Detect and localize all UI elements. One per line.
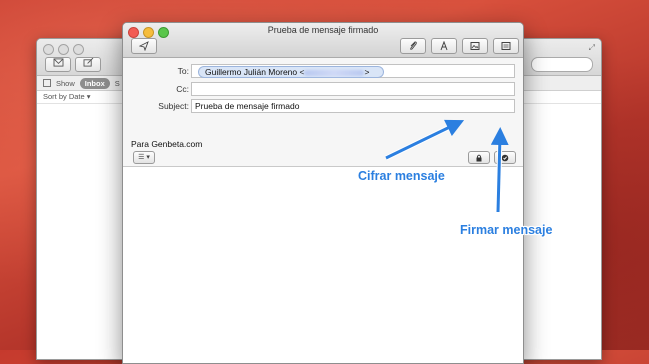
paperclip-icon [410, 41, 417, 50]
compose-window: Prueba de mensaje firmado To: Guillermo … [122, 22, 524, 364]
close-icon[interactable] [43, 44, 54, 55]
filter-inbox[interactable]: Inbox [79, 77, 110, 89]
checkmark-seal-icon [501, 154, 509, 161]
subject-label: Subject: [158, 101, 189, 111]
recipient-end: > [364, 67, 370, 77]
compose-titlebar: Prueba de mensaje firmado [123, 23, 523, 58]
to-row: To: Guillermo Julián Moreno < > [123, 64, 523, 78]
envelope-icon [53, 58, 63, 67]
message-header: To: Guillermo Julián Moreno < > Cc: Subje… [123, 58, 523, 167]
message-body[interactable]: Para Genbeta.com [131, 139, 202, 149]
mail-search-field[interactable] [531, 57, 593, 72]
show-icon [43, 79, 51, 87]
encrypt-annotation: Cifrar mensaje [358, 169, 445, 183]
get-mail-button[interactable] [45, 57, 71, 72]
mail-viewer-traffic-lights [43, 44, 84, 55]
show-format-bar-button[interactable] [493, 38, 519, 54]
encrypt-button[interactable] [468, 151, 490, 164]
cc-row: Cc: [123, 82, 523, 96]
photo-browser-button[interactable] [462, 38, 488, 54]
window-title: Prueba de mensaje firmado [267, 25, 379, 35]
header-format-button[interactable]: ☰ ▾ [133, 151, 155, 164]
photo-icon [470, 42, 480, 50]
subject-row: Subject: Prueba de mensaje firmado [123, 99, 523, 113]
filter-show[interactable]: Show [56, 79, 75, 88]
to-field[interactable]: Guillermo Julián Moreno < > [191, 64, 515, 78]
cc-field[interactable] [191, 82, 515, 96]
recipient-token[interactable]: Guillermo Julián Moreno < > [198, 66, 385, 78]
font-icon [440, 41, 448, 51]
zoom-icon[interactable] [73, 44, 84, 55]
send-button[interactable] [131, 38, 157, 54]
minimize-icon[interactable] [58, 44, 69, 55]
attach-button[interactable] [400, 38, 426, 54]
cc-label: Cc: [176, 84, 189, 94]
compose-icon [83, 57, 93, 67]
lock-icon [476, 154, 482, 161]
sign-annotation: Firmar mensaje [460, 223, 553, 237]
fonts-button[interactable] [431, 38, 457, 54]
compose-button[interactable] [75, 57, 101, 72]
redacted-email [304, 69, 365, 76]
format-bar-icon [501, 42, 511, 50]
to-label: To: [177, 66, 189, 76]
fullscreen-icon[interactable]: ⤢ [589, 43, 595, 53]
paper-plane-icon [139, 41, 149, 51]
recipient-name: Guillermo Julián Moreno < [205, 67, 305, 77]
filter-extra[interactable]: S [115, 79, 120, 88]
subject-field[interactable]: Prueba de mensaje firmado [191, 99, 515, 113]
sign-button[interactable] [494, 151, 516, 164]
